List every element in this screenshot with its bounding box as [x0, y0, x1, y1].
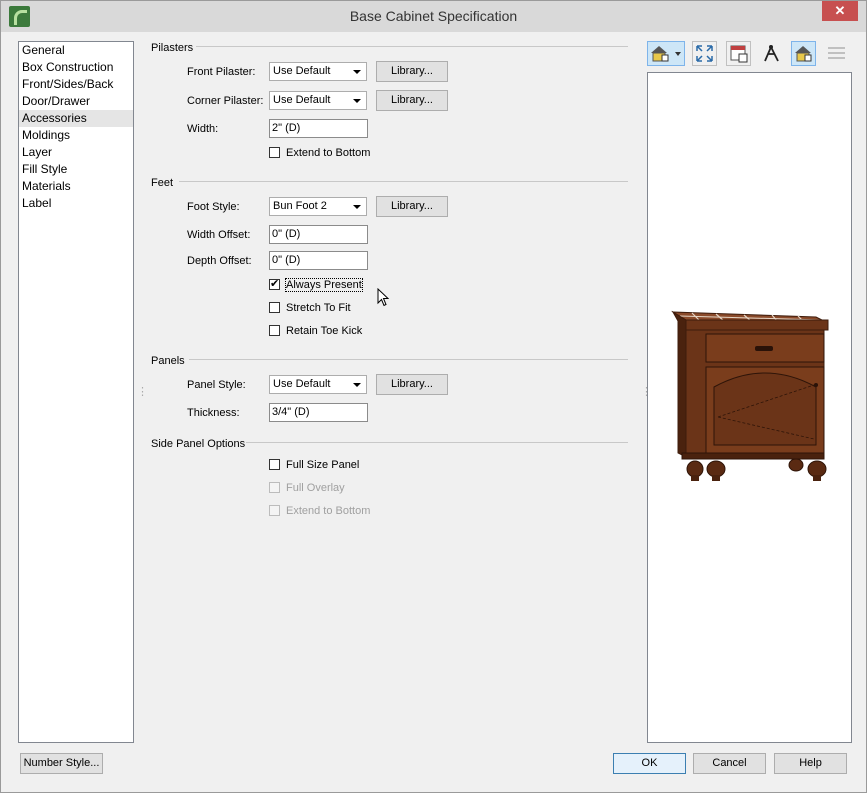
full-overlay-label: Full Overlay [286, 482, 345, 494]
nav-item-fill-style[interactable]: Fill Style [19, 161, 133, 178]
pilaster-extend-checkbox[interactable] [269, 147, 280, 158]
always-present-label: Always Present [285, 278, 363, 292]
panel-style-library-button[interactable]: Library... [376, 374, 448, 395]
number-style-button[interactable]: Number Style... [20, 753, 103, 774]
corner-pilaster-label: Corner Pilaster: [187, 95, 264, 107]
left-splitter-grip[interactable]: ⋮ [137, 385, 148, 398]
stretch-to-fit-checkbox[interactable] [269, 302, 280, 313]
nav-item-materials[interactable]: Materials [19, 178, 133, 195]
nav-item-general[interactable]: General [19, 42, 133, 59]
view-mode-button[interactable] [647, 41, 685, 66]
depth-offset-label: Depth Offset: [187, 255, 252, 267]
cabinet-preview[interactable] [647, 72, 852, 743]
nav-item-accessories[interactable]: Accessories [19, 110, 133, 127]
thickness-input[interactable]: 3/4" (D) [269, 403, 368, 422]
width-offset-label: Width Offset: [187, 229, 251, 241]
mouse-cursor-icon [377, 288, 390, 307]
show-materials-button[interactable] [791, 41, 816, 66]
close-button[interactable]: ✕ [822, 1, 858, 21]
title-bar: Base Cabinet Specification ✕ [1, 1, 866, 32]
foot-style-library-button[interactable]: Library... [376, 196, 448, 217]
nav-item-door-drawer[interactable]: Door/Drawer [19, 93, 133, 110]
nav-item-layer[interactable]: Layer [19, 144, 133, 161]
cabinet-3d-image [671, 310, 829, 481]
help-button[interactable]: Help [774, 753, 847, 774]
camera-button[interactable] [759, 41, 784, 66]
nav-item-label[interactable]: Label [19, 195, 133, 212]
foot-style-label: Foot Style: [187, 201, 240, 213]
feet-divider [179, 181, 628, 182]
full-overlay-checkbox [269, 482, 280, 493]
nav-item-box-construction[interactable]: Box Construction [19, 59, 133, 76]
foot-style-value: Bun Foot 2 [273, 200, 327, 212]
pilaster-extend-label: Extend to Bottom [286, 147, 371, 159]
window-title: Base Cabinet Specification [349, 8, 518, 24]
width-offset-input[interactable]: 0" (D) [269, 225, 368, 244]
foot-style-select[interactable]: Bun Foot 2 [269, 197, 367, 216]
panel-style-select[interactable]: Use Default [269, 375, 367, 394]
nav-item-moldings[interactable]: Moldings [19, 127, 133, 144]
thickness-label: Thickness: [187, 407, 240, 419]
front-pilaster-label: Front Pilaster: [187, 66, 256, 78]
depth-offset-input[interactable]: 0" (D) [269, 251, 368, 270]
pilasters-heading: Pilasters [151, 42, 194, 54]
chevron-down-icon [353, 70, 361, 74]
panel-style-value: Use Default [273, 378, 331, 390]
category-list: General Box Construction Front/Sides/Back D… [18, 41, 134, 743]
corner-pilaster-select[interactable]: Use Default [269, 91, 367, 110]
house-fill-icon [795, 46, 812, 62]
side-panel-divider [246, 442, 628, 443]
pilaster-width-input[interactable]: 2" (D) [269, 119, 368, 138]
pilaster-width-label: Width: [187, 123, 219, 135]
cancel-button[interactable]: Cancel [693, 753, 766, 774]
fill-window-button[interactable] [692, 41, 717, 66]
panel-style-label: Panel Style: [187, 379, 246, 391]
always-present-checkbox[interactable] [269, 277, 280, 290]
full-size-panel-checkbox[interactable] [269, 459, 280, 470]
house-view-icon [651, 46, 681, 62]
front-pilaster-value: Use Default [273, 65, 331, 77]
side-panel-heading: Side Panel Options [151, 438, 246, 450]
chevron-down-icon [353, 383, 361, 387]
chevron-down-icon [353, 99, 361, 103]
side-extend-checkbox [269, 505, 280, 516]
chevron-down-icon [353, 205, 361, 209]
panels-heading: Panels [151, 355, 185, 367]
show-elevation-button[interactable] [726, 41, 751, 66]
retain-toe-kick-checkbox[interactable] [269, 325, 280, 336]
disabled-toolbar-button [824, 41, 849, 66]
lines-icon [828, 47, 845, 59]
panels-divider [189, 359, 628, 360]
nav-item-front-sides-back[interactable]: Front/Sides/Back [19, 76, 133, 93]
feet-heading: Feet [151, 177, 174, 189]
corner-pilaster-value: Use Default [273, 94, 331, 106]
pilasters-divider [196, 46, 628, 47]
ok-button[interactable]: OK [613, 753, 686, 774]
elevation-view-icon [730, 45, 748, 63]
front-pilaster-select[interactable]: Use Default [269, 62, 367, 81]
stretch-to-fit-label: Stretch To Fit [286, 302, 351, 314]
corner-pilaster-library-button[interactable]: Library... [376, 90, 448, 111]
front-pilaster-library-button[interactable]: Library... [376, 61, 448, 82]
full-size-panel-label: Full Size Panel [286, 459, 360, 471]
retain-toe-kick-label: Retain Toe Kick [286, 325, 363, 337]
perspective-icon [764, 44, 779, 62]
side-extend-label: Extend to Bottom [286, 505, 371, 517]
fill-window-icon [696, 45, 713, 62]
dialog-window: Base Cabinet Specification ✕ General Box … [0, 0, 867, 793]
